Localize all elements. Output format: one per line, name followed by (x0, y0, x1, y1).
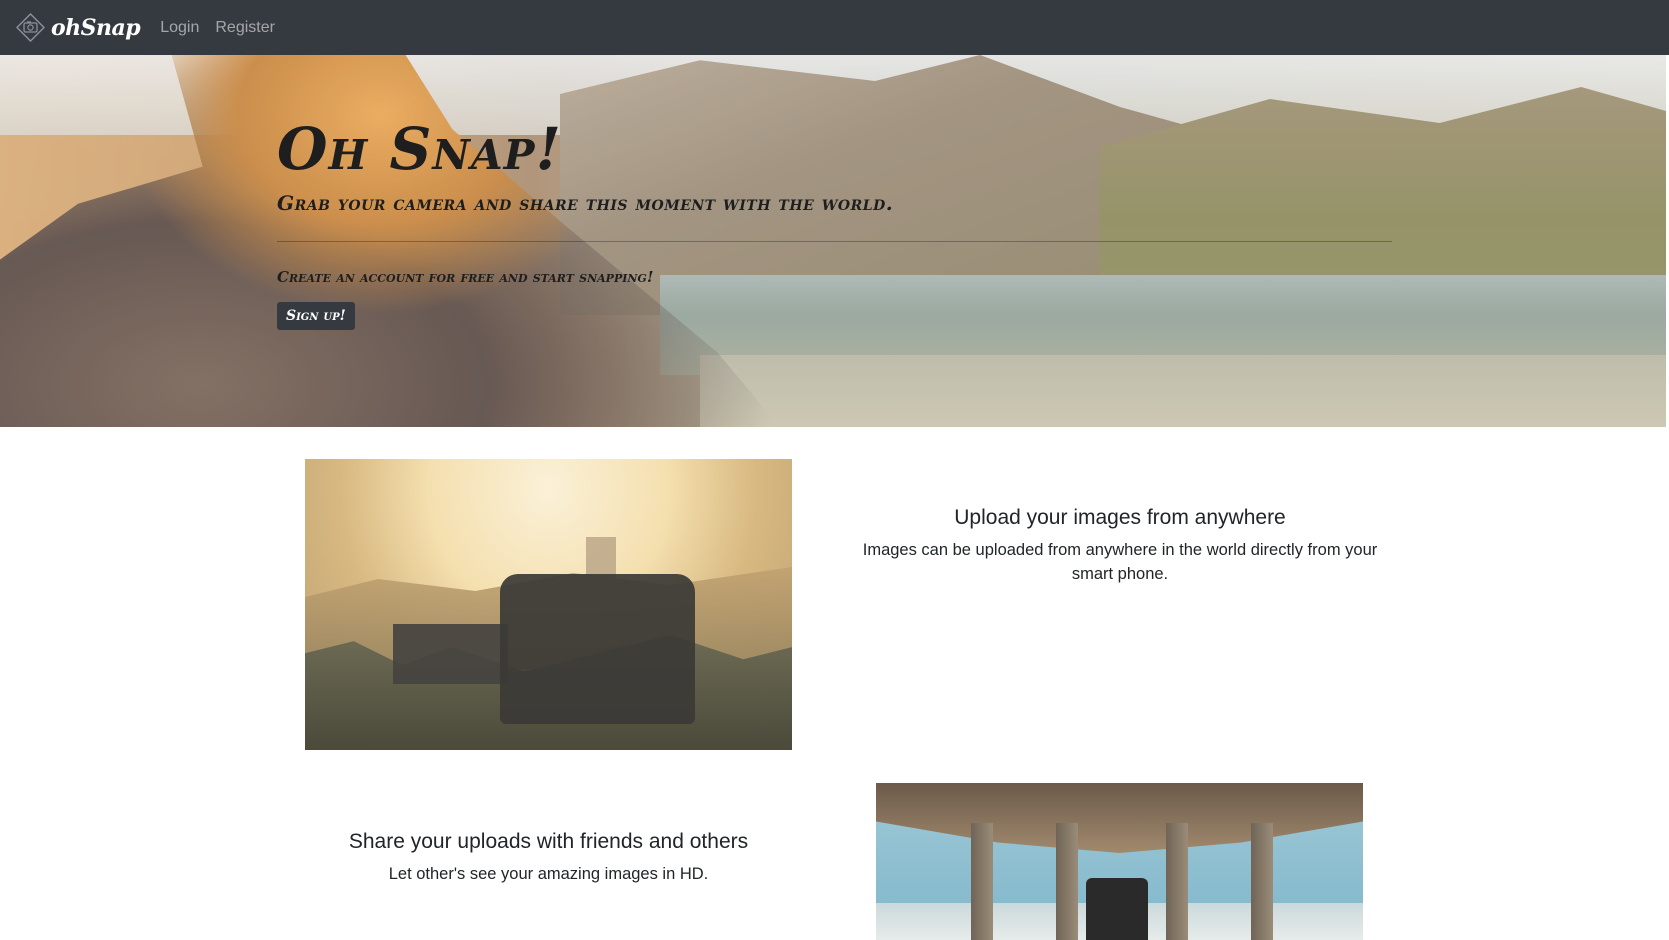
brand-link[interactable]: ohSnap (15, 12, 141, 43)
feature-heading: Share your uploads with friends and othe… (348, 830, 749, 853)
hero-banner: Oh Snap! Grab your camera and share this… (0, 55, 1666, 427)
nav-link-register[interactable]: Register (215, 19, 275, 37)
hero-title: Oh Snap! (277, 115, 562, 183)
nav-link-login[interactable]: Login (160, 19, 199, 37)
feature-heading: Upload your images from anywhere (954, 506, 1286, 529)
feature-text: Let other's see your amazing images in H… (388, 865, 709, 883)
brand-name: ohSnap (51, 14, 141, 41)
feature-share: Share your uploads with friends and othe… (300, 830, 797, 886)
top-navbar: ohSnap Login Register (0, 0, 1669, 55)
hero-divider (277, 241, 1392, 242)
camera-photo (305, 459, 792, 750)
camera-logo-icon (15, 12, 46, 43)
signup-button[interactable]: Sign up! (277, 302, 355, 330)
hero-subtext: Create an account for free and start sna… (277, 268, 654, 286)
feature-text: Images can be uploaded from anywhere in … (862, 541, 1378, 583)
hero-lead: Grab your camera and share this moment w… (277, 191, 894, 215)
pier-photo (876, 783, 1363, 940)
feature-upload: Upload your images from anywhere Images … (850, 506, 1390, 586)
hero-content: Oh Snap! Grab your camera and share this… (277, 115, 1392, 330)
